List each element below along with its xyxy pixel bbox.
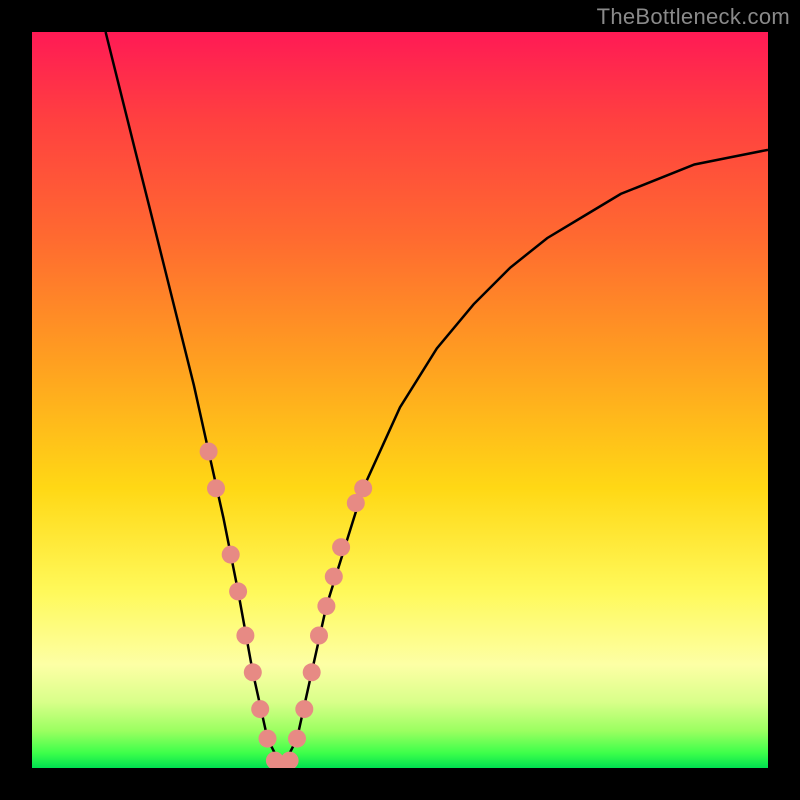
highlight-marker bbox=[236, 627, 254, 645]
highlight-marker bbox=[259, 730, 277, 748]
highlight-marker bbox=[244, 663, 262, 681]
highlight-marker bbox=[295, 700, 313, 718]
watermark-text: TheBottleneck.com bbox=[597, 4, 790, 30]
curve-path-group bbox=[106, 32, 768, 768]
curve-line bbox=[106, 32, 768, 768]
highlight-marker bbox=[325, 568, 343, 586]
highlight-marker bbox=[207, 479, 225, 497]
chart-frame: TheBottleneck.com bbox=[0, 0, 800, 800]
highlight-marker bbox=[229, 582, 247, 600]
highlight-marker bbox=[310, 627, 328, 645]
highlight-marker bbox=[222, 546, 240, 564]
highlight-marker bbox=[251, 700, 269, 718]
highlight-marker bbox=[200, 443, 218, 461]
highlight-marker bbox=[317, 597, 335, 615]
highlight-marker bbox=[354, 479, 372, 497]
highlight-marker bbox=[281, 752, 299, 768]
highlight-marker bbox=[303, 663, 321, 681]
highlight-marker bbox=[332, 538, 350, 556]
bottleneck-curve bbox=[32, 32, 768, 768]
plot-area bbox=[32, 32, 768, 768]
marker-group bbox=[200, 443, 373, 769]
highlight-marker bbox=[288, 730, 306, 748]
